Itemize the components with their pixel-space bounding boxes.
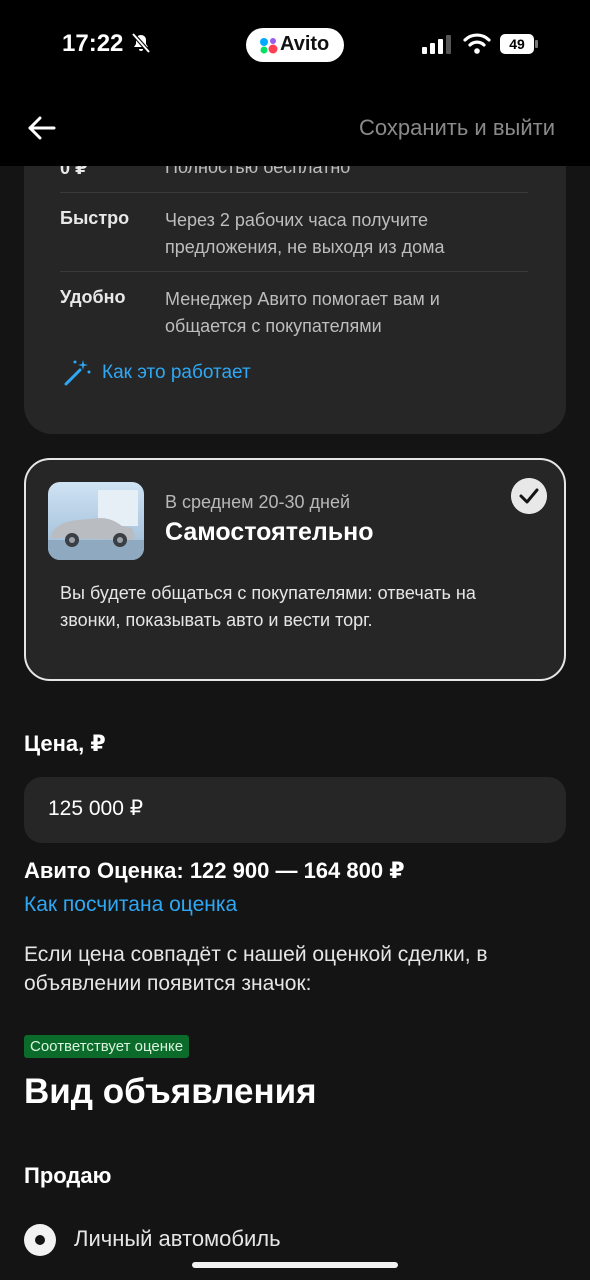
- wifi-icon: [463, 33, 491, 54]
- battery-level: 49: [509, 36, 525, 52]
- divider: [60, 271, 528, 272]
- battery-indicator: 49: [500, 34, 538, 54]
- estimate-explanation-link[interactable]: Как посчитана оценка: [24, 893, 237, 917]
- save-and-exit-button[interactable]: Сохранить и выйти: [359, 115, 555, 141]
- checkmark-icon[interactable]: [511, 478, 547, 514]
- benefit-desc-fast: Через 2 рабочих часа получите предложени…: [165, 210, 445, 257]
- matches-estimate-badge: Соответствует оценке: [24, 1035, 190, 1058]
- avito-badge-label: Avito: [280, 33, 330, 55]
- how-it-works-link[interactable]: Как это работает: [102, 362, 251, 384]
- status-time: 17:22: [62, 30, 124, 57]
- bell-muted-icon: [131, 32, 151, 54]
- avito-logo-icon: [260, 38, 278, 54]
- personal-car-radio[interactable]: [24, 1224, 56, 1256]
- radio-selected-dot: [35, 1235, 45, 1245]
- listing-type-heading: Вид объявления: [24, 1072, 317, 1111]
- magic-wand-icon: [64, 360, 91, 386]
- option-title: Самостоятельно: [165, 518, 374, 546]
- option-description: Вы будете общаться с покупателями: отвеч…: [60, 583, 476, 630]
- benefit-title-convenient: Удобно: [60, 287, 126, 307]
- battery-tip: [535, 40, 538, 48]
- personal-car-label[interactable]: Личный автомобиль: [74, 1226, 281, 1252]
- benefit-title-fast: Быстро: [60, 208, 130, 228]
- avito-estimate: Авито Оценка: 122 900 — 164 800 ₽: [24, 858, 405, 883]
- divider: [60, 192, 528, 193]
- cellular-signal-icon: [422, 35, 451, 54]
- estimate-info-text: Если цена совпадёт с нашей оценкой сделк…: [24, 943, 488, 995]
- home-indicator[interactable]: [192, 1262, 398, 1268]
- benefit-desc-convenient: Менеджер Авито помогает вам и общается с…: [165, 289, 440, 336]
- price-input-value: 125 000 ₽: [48, 797, 144, 820]
- option-subtitle: В среднем 20-30 дней: [165, 492, 351, 512]
- price-label: Цена, ₽: [24, 731, 106, 756]
- car-thumbnail: [48, 482, 144, 560]
- back-arrow-icon[interactable]: [26, 112, 58, 144]
- selling-label: Продаю: [24, 1163, 112, 1188]
